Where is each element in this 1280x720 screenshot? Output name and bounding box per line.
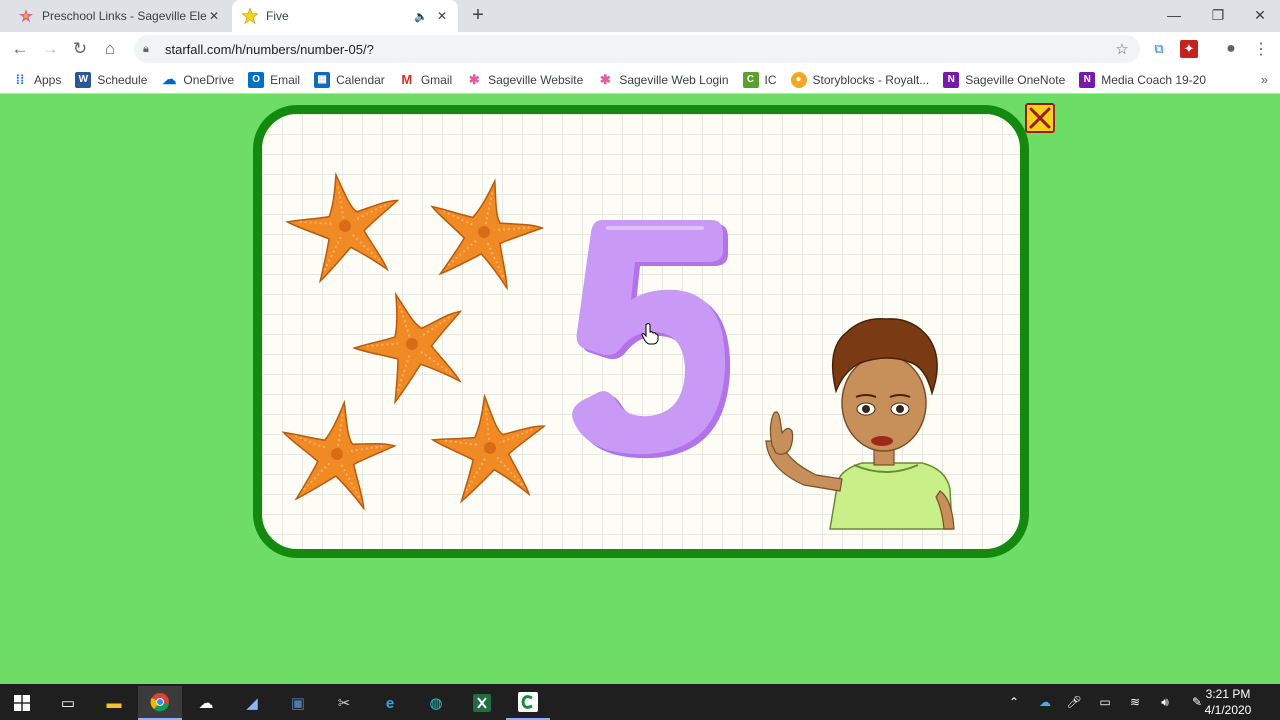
onedrive-icon: ☁ <box>162 71 177 87</box>
snipping-tool-icon[interactable]: ✂ <box>322 686 366 720</box>
gmail-icon: M <box>401 72 413 87</box>
clock-date: 4/1/2020 <box>1204 703 1252 717</box>
bookmark-apps[interactable]: ⁞⁞ Apps <box>12 72 62 88</box>
starfish-4 <box>273 393 401 513</box>
tab-close-icon[interactable]: ✕ <box>434 8 450 24</box>
starfish-3 <box>341 276 482 410</box>
bookmark-storyblocks[interactable]: ● Storyblocks - Royalt... <box>790 71 930 88</box>
tab-title: Five <box>266 9 289 23</box>
tab-title: Preschool Links - Sageville Eleme <box>42 9 206 23</box>
bookmark-onedrive[interactable]: ☁ OneDrive <box>161 71 235 88</box>
tab-strip: Preschool Links - Sageville Eleme ✕ Five… <box>0 0 1280 32</box>
chrome-icon[interactable] <box>138 686 182 720</box>
close-x-icon <box>1029 107 1051 129</box>
starfish-2 <box>417 168 551 294</box>
bookmark-label: OneDrive <box>183 72 235 87</box>
starfall-star-icon <box>242 8 258 24</box>
home-icon[interactable]: ⌂ <box>98 37 122 61</box>
bookmark-gmail[interactable]: M Gmail <box>399 72 452 88</box>
sageville-star-icon: ✱ <box>599 71 611 87</box>
bookmark-media-coach[interactable]: N Media Coach 19-20 <box>1079 71 1207 88</box>
onedrive-tray-icon[interactable]: ☁ <box>1034 684 1056 720</box>
bookmark-sageville-web-login[interactable]: ✱ Sageville Web Login <box>597 71 729 88</box>
onenote-icon: N <box>1079 71 1096 88</box>
bookmark-label: Calendar <box>336 72 385 87</box>
sageville-star-icon <box>18 8 34 24</box>
storyblocks-icon: ● <box>790 71 807 88</box>
bookmark-label: Sageville Web Login <box>619 72 729 87</box>
edge-icon[interactable]: ◍ <box>414 686 458 720</box>
sageville-star-icon: ✱ <box>468 71 480 87</box>
extension-icon[interactable]: ⧉ <box>1150 40 1168 58</box>
onenote-icon: N <box>943 71 960 88</box>
bookmark-label: Apps <box>34 72 62 87</box>
bookmark-sageville-website[interactable]: ✱ Sageville Website <box>466 71 584 88</box>
camtasia-icon[interactable] <box>506 686 550 720</box>
bookmark-star-icon[interactable]: ☆ <box>1110 40 1134 58</box>
taskbar-clock[interactable]: 3:21 PM 4/1/2020 <box>1198 686 1258 718</box>
window-close-icon[interactable]: ✕ <box>1238 0 1280 30</box>
app-icon[interactable]: ◢ <box>230 686 274 720</box>
onedrive-icon[interactable]: ☁ <box>184 686 228 720</box>
address-bar[interactable]: 🔒︎ starfall.com/h/numbers/number-05/? ☆ <box>134 35 1140 63</box>
hand-cursor-icon <box>641 323 659 345</box>
bookmark-label: Sageville Website <box>488 72 584 87</box>
microphone-icon[interactable]: 🎤︎ <box>1064 684 1084 720</box>
browser-toolbar: ← → ↻ ⌂ 🔒︎ starfall.com/h/numbers/number… <box>0 32 1280 66</box>
bookmark-label: Gmail <box>420 72 453 87</box>
speaker-icon[interactable]: 🔈 <box>414 10 430 23</box>
bookmark-label: Email <box>270 72 301 87</box>
calendar-icon: ▦ <box>314 71 331 88</box>
tab-close-icon[interactable]: ✕ <box>206 8 222 24</box>
bookmark-email[interactable]: O Email <box>248 71 301 88</box>
bookmark-label: IC <box>764 72 777 87</box>
reload-icon[interactable]: ↻ <box>68 37 92 61</box>
file-explorer-icon[interactable]: ▬ <box>92 686 136 720</box>
restore-icon[interactable]: ❐ <box>1196 0 1240 30</box>
close-activity-button[interactable] <box>1025 103 1055 133</box>
battery-icon[interactable]: ▭ <box>1094 684 1116 720</box>
bookmark-label: Storyblocks - Royalt... <box>812 72 930 87</box>
internet-explorer-icon[interactable]: e <box>368 686 412 720</box>
teamviewer-icon[interactable]: ▣ <box>276 686 320 720</box>
tab-preschool-links[interactable]: Preschool Links - Sageville Eleme ✕ <box>8 0 230 32</box>
menu-kebab-icon[interactable]: ⋮ <box>1252 40 1270 58</box>
back-arrow-icon[interactable]: ← <box>8 37 32 61</box>
bookmark-ic[interactable]: C IC <box>742 71 777 88</box>
bookmarks-bar: ⁞⁞ Apps W Schedule ☁ OneDrive O Email ▦ … <box>0 66 1280 94</box>
extension-icon[interactable]: ✦ <box>1180 40 1198 58</box>
bookmark-label: Schedule <box>97 72 148 87</box>
bookmark-sageville-onenote[interactable]: N Sageville OneNote <box>943 71 1066 88</box>
bookmark-label: Media Coach 19-20 <box>1101 72 1207 87</box>
starfish-5 <box>427 389 552 505</box>
chevron-more-icon[interactable]: » <box>1261 72 1268 87</box>
ic-icon: C <box>742 71 759 88</box>
clock-time: 3:21 PM <box>1205 687 1251 701</box>
tab-five[interactable]: Five 🔈 ✕ <box>232 0 458 32</box>
new-tab-plus-icon[interactable]: + <box>468 5 488 26</box>
chevron-up-icon[interactable]: ⌃ <box>1004 684 1024 720</box>
starfall-page <box>0 95 1280 684</box>
forward-arrow-icon[interactable]: → <box>38 37 62 61</box>
word-icon: W <box>75 71 92 88</box>
apps-grid-icon: ⁞⁞ <box>15 72 25 87</box>
url-text[interactable]: starfall.com/h/numbers/number-05/? <box>165 42 1110 57</box>
outlook-icon: O <box>248 71 265 88</box>
bookmark-label: Sageville OneNote <box>965 72 1066 87</box>
starfish-1 <box>279 164 410 286</box>
lock-icon[interactable]: 🔒︎ <box>143 43 157 56</box>
windows-taskbar: ▭ ▬ ☁ ◢ ▣ ✂ e ◍ ⌃ ☁ 🎤︎ ▭ ≋ 🔊︎ ✎ 3:21 PM … <box>0 684 1280 720</box>
wifi-icon[interactable]: ≋ <box>1124 684 1146 720</box>
minimize-icon[interactable]: — <box>1152 0 1196 30</box>
profile-avatar-icon[interactable]: ● <box>1222 40 1240 58</box>
excel-icon[interactable] <box>460 686 504 720</box>
windows-start-icon[interactable] <box>0 686 44 720</box>
volume-icon[interactable]: 🔊︎ <box>1154 684 1176 720</box>
bookmark-calendar[interactable]: ▦ Calendar <box>314 71 385 88</box>
task-view-icon[interactable]: ▭ <box>46 686 90 720</box>
bookmark-schedule[interactable]: W Schedule <box>75 71 148 88</box>
child-character <box>765 318 955 530</box>
